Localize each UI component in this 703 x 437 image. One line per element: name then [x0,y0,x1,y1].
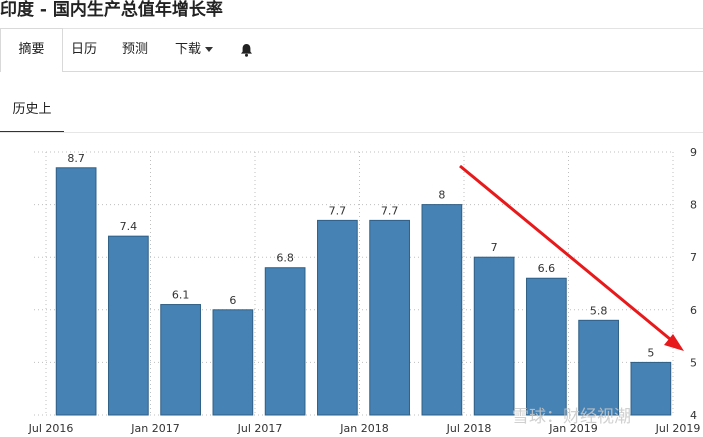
data-label: 5 [647,346,654,359]
bar[interactable] [526,277,567,416]
x-tick-label: Jul 2016 [28,422,74,435]
bar[interactable] [160,304,201,416]
y-tick-label: 7 [690,251,697,264]
x-tick-label: Jan 2018 [339,422,388,435]
x-tick-label: Jan 2017 [130,422,179,435]
bar[interactable] [55,167,97,416]
data-label: 6 [229,294,236,307]
data-label: 6.6 [538,262,556,275]
bar[interactable] [212,309,254,416]
bar[interactable] [317,219,358,416]
data-label: 7.7 [329,204,347,217]
bar[interactable] [264,267,306,416]
data-label: 6.8 [276,252,294,265]
tab-alerts[interactable] [232,29,260,71]
bell-icon [240,43,252,57]
tab-calendar[interactable]: 日历 [62,29,106,71]
tab-forecast[interactable]: 预测 [112,29,158,71]
subtab-history[interactable]: 历史上 [0,95,64,133]
bar[interactable] [421,204,463,416]
tab-bar: 摘要 日历 预测 下载 [0,28,703,72]
x-tick-label: Jul 2019 [655,422,701,435]
tab-download-label: 下载 [174,42,201,57]
data-label: 8.7 [67,152,85,165]
data-label: 8 [438,189,445,202]
chevron-down-icon [205,47,213,52]
tab-summary[interactable]: 摘要 [0,28,63,72]
y-tick-label: 9 [690,146,697,159]
x-tick-label: Jul 2018 [446,422,492,435]
data-label: 5.8 [590,304,608,317]
y-tick-label: 5 [690,356,697,369]
bar[interactable] [108,235,149,416]
y-tick-label: 6 [690,304,697,317]
page-title: 印度 - 国内生产总值年增长率 [0,0,223,20]
data-label: 6.1 [172,289,190,302]
bar[interactable] [578,319,619,416]
bar-chart: 8.7 7.4 6.1 6 6.8 7.7 7.7 8 7 6.6 5.8 5 4 5 6 7 8 9 Jul … [28,146,701,435]
bar[interactable] [473,256,515,416]
data-label: 7.4 [120,220,138,233]
y-tick-label: 8 [690,199,697,212]
bar[interactable] [369,219,410,416]
data-label: 7.7 [381,204,399,217]
bar[interactable] [630,361,672,416]
data-label: 7 [491,241,498,254]
watermark-text: 雪球：财经视潮 [512,407,631,427]
y-tick-label: 4 [690,409,697,422]
y-axis: 4 5 6 7 8 9 [690,146,697,422]
x-tick-label: Jul 2017 [237,422,283,435]
tab-download[interactable]: 下载 [164,29,224,71]
